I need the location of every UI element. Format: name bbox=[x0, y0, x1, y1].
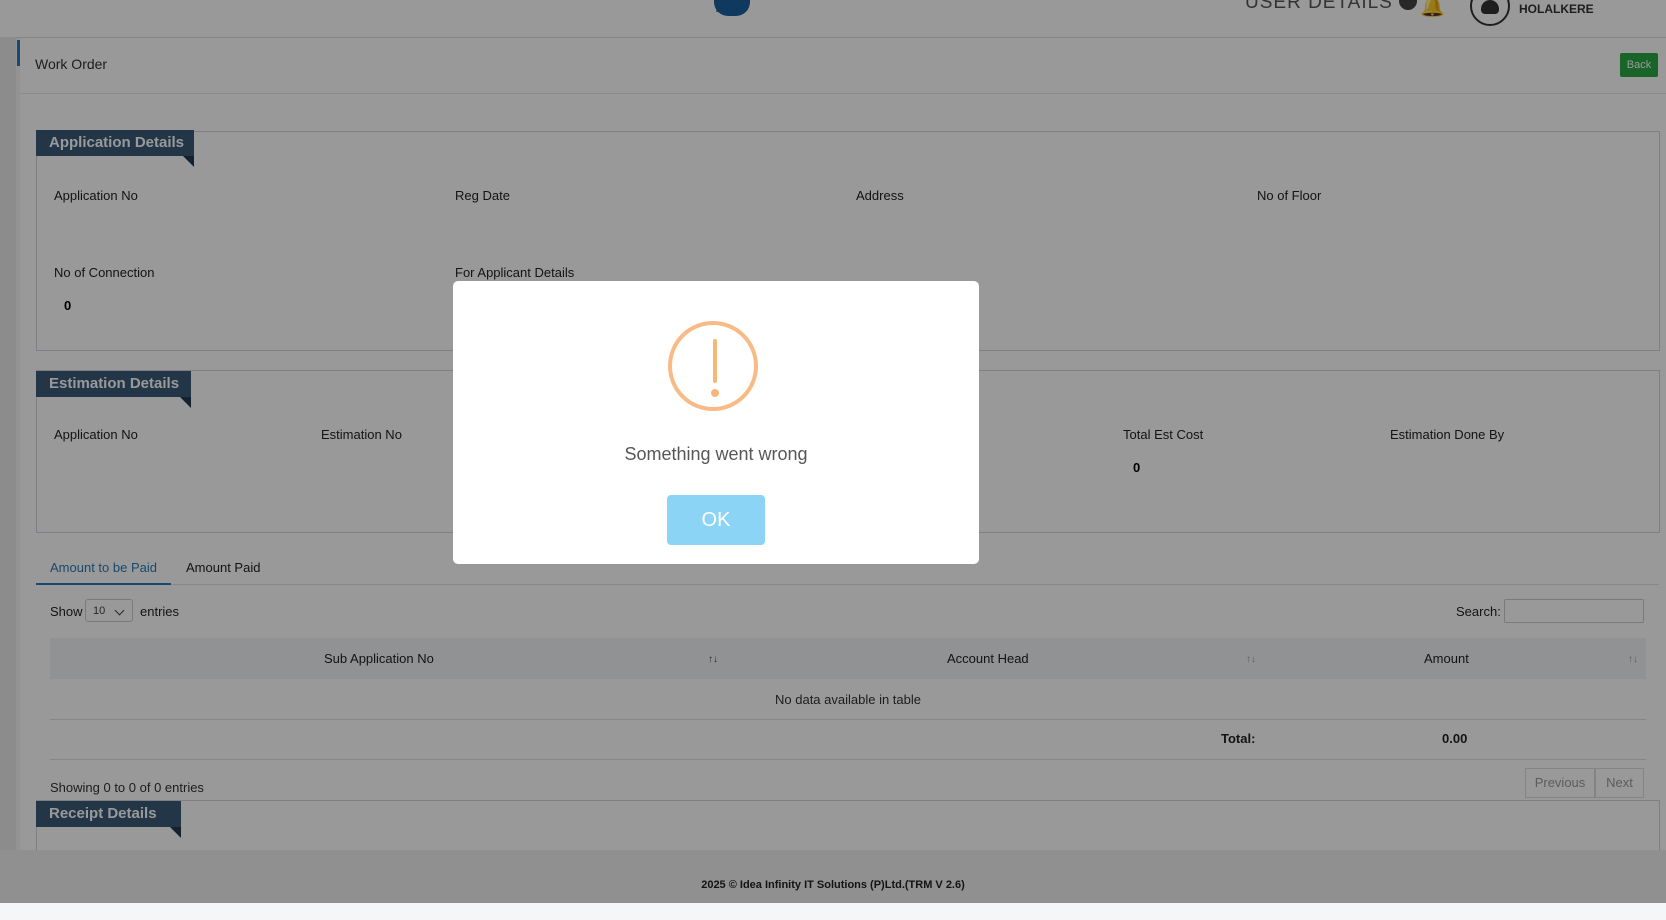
warning-icon bbox=[668, 321, 758, 411]
alert-message: Something went wrong bbox=[624, 444, 808, 464]
alert-dialog: Something went wrong OK bbox=[453, 281, 979, 564]
ok-button[interactable]: OK bbox=[667, 495, 765, 545]
warning-icon-bar bbox=[713, 339, 717, 383]
warning-icon-dot bbox=[711, 389, 719, 397]
